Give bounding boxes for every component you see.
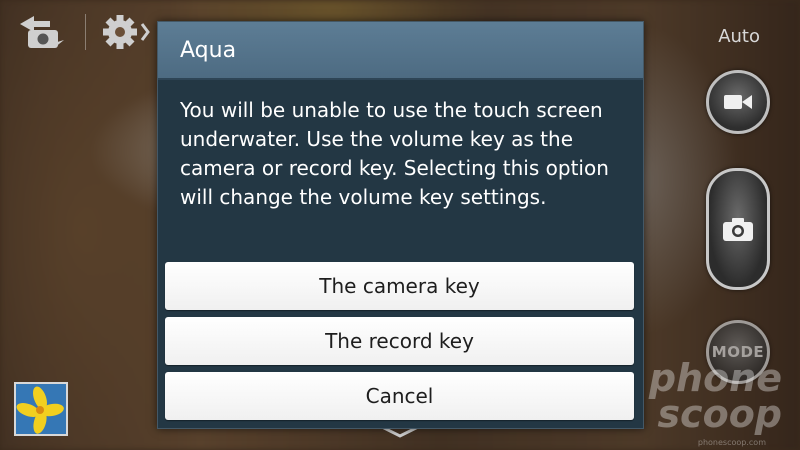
toolbar-divider [85, 14, 86, 50]
camera-icon [723, 218, 753, 241]
watermark-line1: phone [648, 356, 782, 400]
record-video-button[interactable] [706, 70, 770, 134]
watermark-url: phonescoop.com [697, 438, 766, 447]
video-camera-icon [724, 95, 752, 109]
switch-camera-button[interactable] [16, 10, 68, 54]
settings-button[interactable] [98, 10, 152, 54]
switch-camera-icon [20, 16, 64, 48]
camera-key-button[interactable]: The camera key [165, 262, 634, 310]
settings-gear-icon [103, 15, 150, 49]
flash-mode-label[interactable]: Auto [718, 26, 760, 47]
watermark-logo: phone scoop [648, 356, 782, 437]
shutter-button[interactable] [706, 168, 770, 290]
cancel-button[interactable]: Cancel [165, 372, 634, 420]
watermark-line2: scoop [657, 392, 782, 437]
flower-thumbnail-image [16, 384, 66, 434]
dialog-title: Aqua [158, 22, 643, 80]
dialog-message: You will be unable to use the touch scre… [180, 98, 609, 209]
gallery-thumbnail[interactable] [14, 382, 68, 436]
aqua-mode-dialog: Aqua You will be unable to use the touch… [157, 21, 644, 429]
record-key-button[interactable]: The record key [165, 317, 634, 365]
